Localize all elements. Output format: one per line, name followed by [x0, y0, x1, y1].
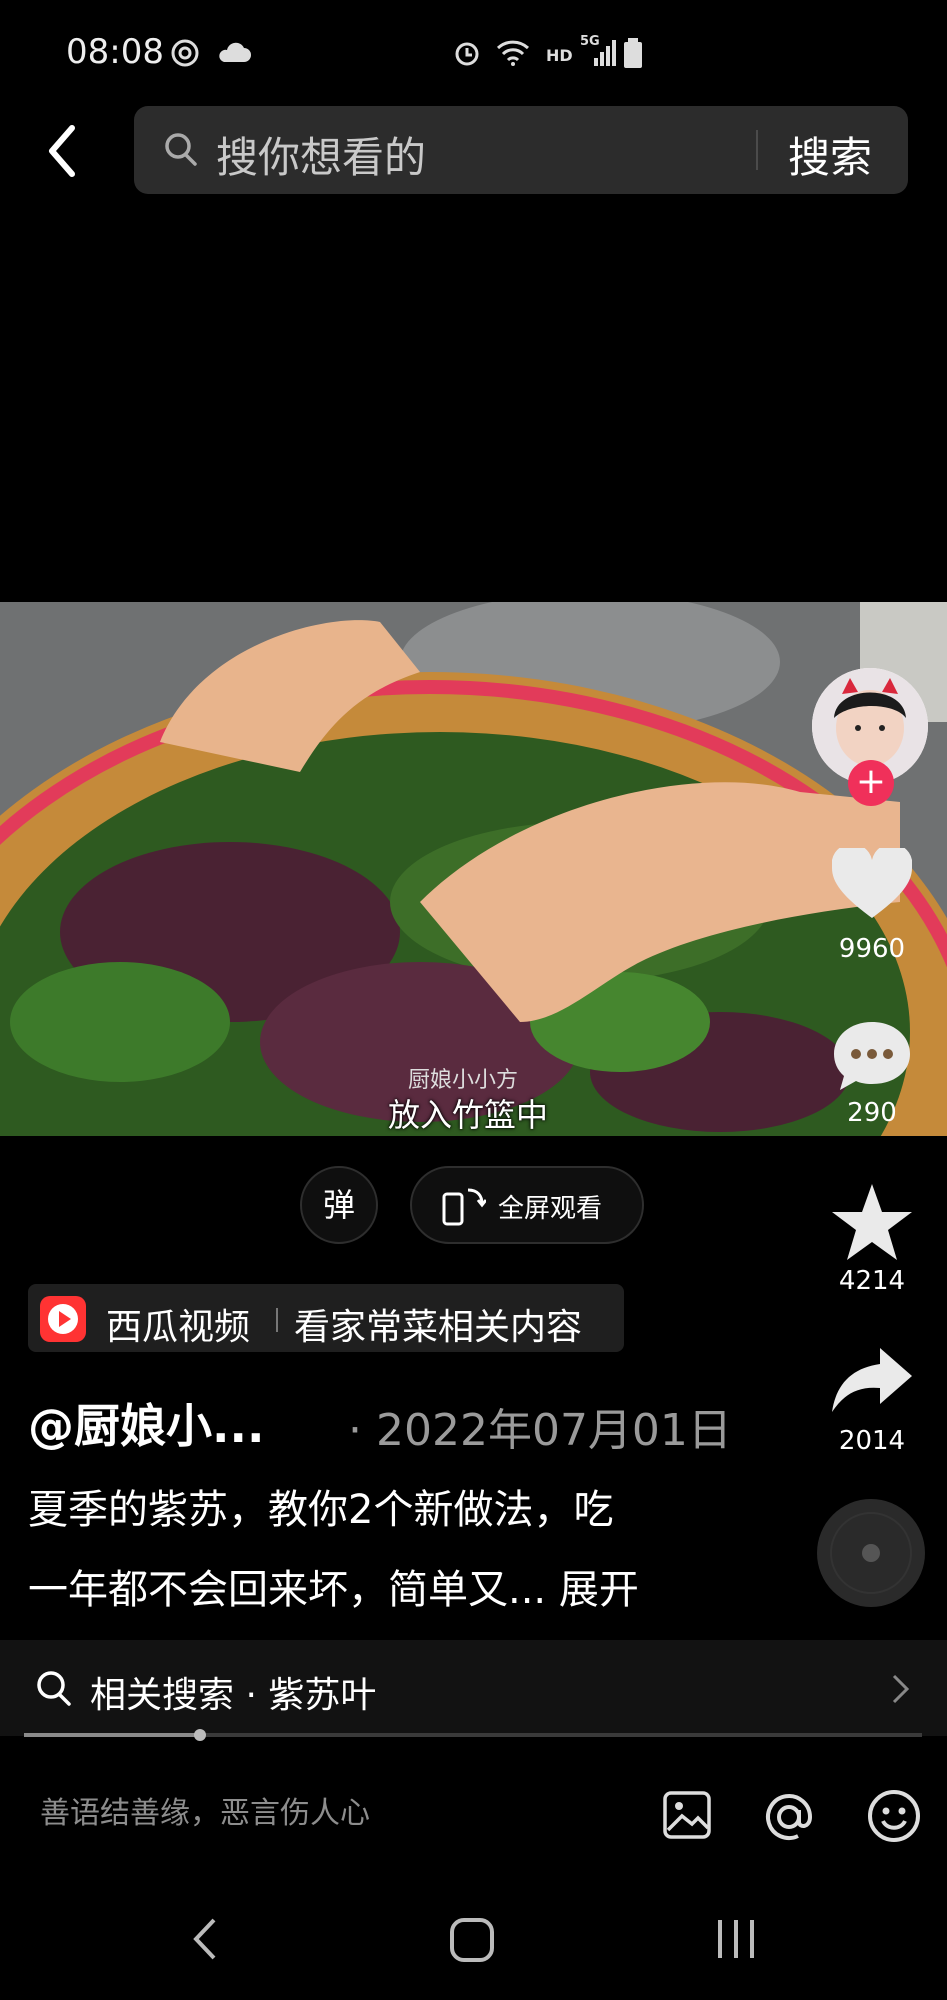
related-search-icon — [37, 1671, 71, 1706]
battery-icon — [624, 38, 642, 68]
status-time: 08:08 — [66, 32, 164, 72]
search-input[interactable]: 搜你想看的 — [216, 124, 426, 185]
wifi-icon — [496, 40, 530, 66]
nav-recents-icon[interactable] — [714, 1916, 758, 1962]
expand-link[interactable]: 展开 — [559, 1567, 639, 1613]
system-nav-bar — [0, 1880, 947, 2000]
post-description[interactable]: 夏季的紫苏，教你2个新做法，吃 一年都不会回来坏，简单又... 展开 — [28, 1470, 748, 1630]
search-icon — [165, 133, 197, 166]
video-frame-image — [0, 602, 947, 1136]
search-divider — [756, 130, 758, 170]
nav-home-icon[interactable] — [448, 1916, 496, 1964]
emoji-icon[interactable] — [866, 1788, 922, 1844]
comment-icon[interactable] — [832, 1018, 912, 1094]
hd-label: HD — [546, 46, 573, 65]
xigua-divider — [276, 1308, 278, 1332]
favorite-count: 4214 — [838, 1266, 906, 1296]
post-date: · 2022年07月01日 — [348, 1405, 732, 1456]
share-icon[interactable] — [830, 1346, 914, 1416]
author-name[interactable]: @厨娘小... — [28, 1390, 264, 1456]
like-count: 9960 — [838, 934, 906, 964]
video-progress-bar[interactable] — [24, 1729, 922, 1741]
follow-button[interactable]: + — [848, 760, 894, 806]
fullscreen-label: 全屏观看 — [498, 1194, 603, 1224]
video-player[interactable] — [0, 602, 947, 1136]
status-bar: 08:08 HD 5G — [0, 0, 947, 110]
progress-handle[interactable] — [194, 1729, 206, 1741]
heart-icon[interactable] — [832, 848, 912, 920]
xigua-app-name: 西瓜视频 — [106, 1307, 251, 1348]
xigua-promo: 看家常菜相关内容 — [294, 1307, 583, 1348]
search-bar[interactable]: 搜你想看的 搜索 — [134, 106, 908, 194]
related-search-bar[interactable]: 相关搜索 · 紫苏叶 — [0, 1640, 947, 1736]
progress-fill — [24, 1733, 200, 1737]
share-count: 2014 — [838, 1426, 906, 1456]
description-line-2: 一年都不会回来坏，简单又... — [28, 1567, 547, 1613]
video-subtitle: 放入竹篮中 — [388, 1096, 549, 1134]
back-arrow-icon[interactable] — [38, 118, 88, 184]
star-icon[interactable] — [830, 1182, 914, 1262]
xigua-banner[interactable]: 西瓜视频 看家常菜相关内容 — [28, 1284, 624, 1352]
related-search-label: 相关搜索 · 紫苏叶 — [90, 1675, 377, 1716]
search-button[interactable]: 搜索 — [788, 124, 872, 185]
mention-icon[interactable] — [762, 1790, 816, 1844]
music-disc-icon[interactable] — [816, 1498, 926, 1608]
description-line-1: 夏季的紫苏，教你2个新做法，吃 — [28, 1487, 614, 1533]
nav-back-icon[interactable] — [190, 1916, 220, 1962]
chevron-right-icon — [892, 1674, 910, 1704]
fullscreen-rotate-icon — [442, 1188, 486, 1226]
signal-icon — [594, 40, 616, 66]
messenger-icon — [171, 39, 199, 67]
xigua-logo-icon — [40, 1296, 86, 1342]
cloud-icon — [219, 42, 251, 62]
alarm-icon — [455, 42, 479, 66]
comment-input[interactable]: 善语结善缘，恶言伤人心 — [40, 1788, 370, 1832]
danmu-button[interactable]: 弹 — [300, 1166, 378, 1244]
comment-count: 290 — [847, 1098, 897, 1128]
fullscreen-button[interactable]: 全屏观看 — [410, 1166, 644, 1244]
image-icon[interactable] — [662, 1790, 712, 1840]
